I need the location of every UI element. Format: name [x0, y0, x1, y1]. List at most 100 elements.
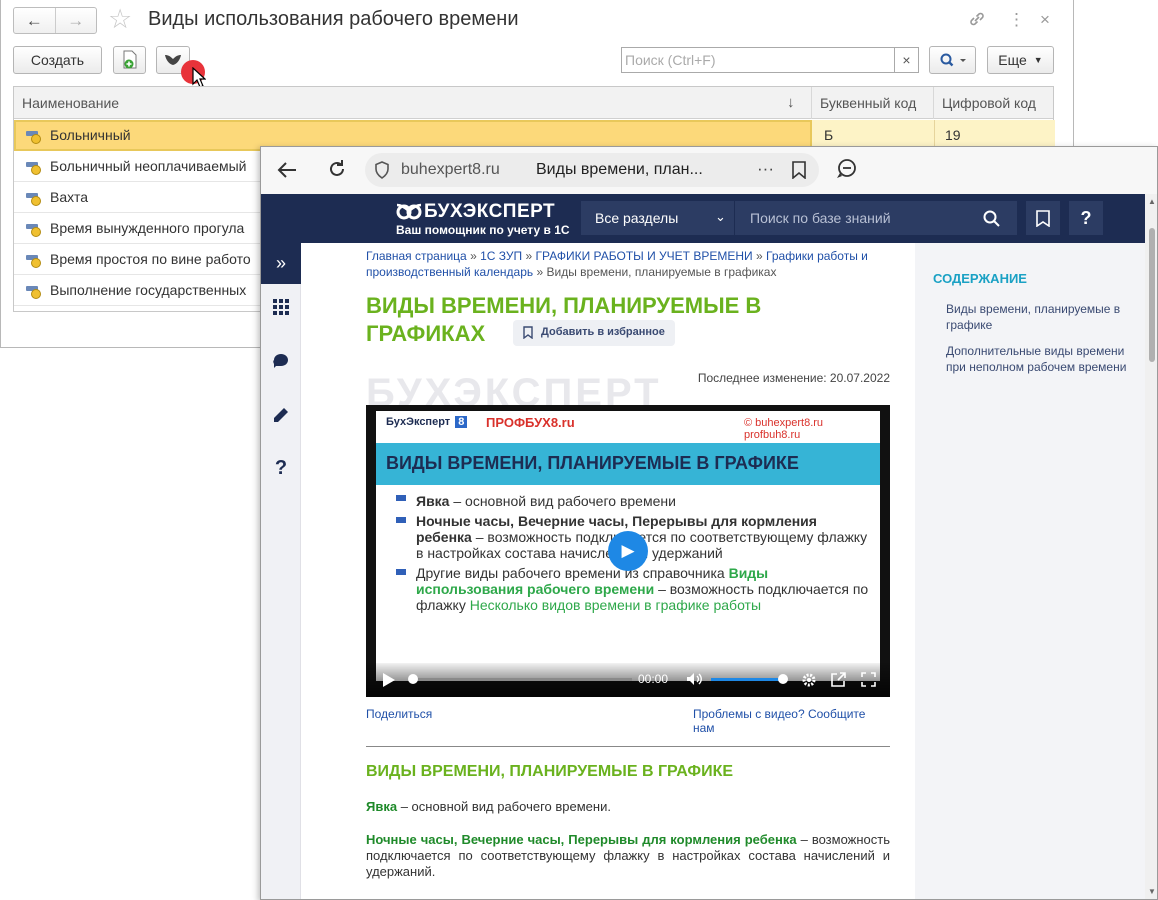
slide-title: ВИДЫ ВРЕМЕНИ, ПЛАНИРУЕМЫЕ В ГРАФИКЕ	[386, 453, 799, 473]
section-heading: ВИДЫ ВРЕМЕНИ, ПЛАНИРУЕМЫЕ В ГРАФИКЕ	[366, 763, 734, 780]
row-name: Больничный неоплачиваемый	[50, 158, 247, 174]
bookmark-icon[interactable]	[791, 161, 807, 179]
search-input[interactable]: Поиск (Ctrl+F)	[621, 47, 895, 73]
popout-icon[interactable]	[831, 672, 846, 687]
url-more-icon[interactable]: ···	[757, 159, 774, 179]
volume-handle[interactable]	[778, 674, 788, 684]
page-scrollbar[interactable]: ▲ ▼	[1145, 194, 1157, 899]
reload-icon[interactable]	[327, 159, 347, 179]
search-icon[interactable]	[983, 210, 1000, 227]
help-button[interactable]: ?	[1069, 201, 1103, 235]
browser-window: buhexpert8.ru Виды времени, план... ··· …	[260, 146, 1158, 900]
question-icon[interactable]: ?	[261, 457, 301, 480]
row-letter-code: Б	[824, 127, 834, 143]
chevron-down-icon: ▼	[1033, 55, 1043, 65]
progress-track[interactable]	[408, 678, 632, 681]
paragraph-1: Явка – основной вид рабочего времени.	[366, 799, 611, 814]
buhexpert-logo-icon	[396, 203, 422, 220]
breadcrumb-graphs[interactable]: ГРАФИКИ РАБОТЫ И УЧЕТ ВРЕМЕНИ	[536, 249, 753, 263]
video-brand-buhexpert: БухЭксперт 8	[386, 416, 468, 428]
right-sidebar: СОДЕРЖАНИЕ Виды времени, планируемые в г…	[915, 243, 1145, 899]
bookmark-icon	[1036, 209, 1050, 227]
forward-icon[interactable]: →	[54, 8, 97, 33]
settings-icon[interactable]	[801, 672, 817, 688]
back-icon[interactable]: ←	[14, 8, 55, 33]
pencil-icon[interactable]	[261, 407, 301, 428]
video-copyright: © buhexpert8.ru profbuh8.ru	[744, 417, 824, 441]
bullet-marker	[396, 517, 406, 523]
scrollbar-thumb[interactable]	[1149, 228, 1155, 362]
add-document-icon	[123, 50, 136, 69]
play-icon[interactable]	[382, 672, 396, 688]
toc-item[interactable]: Дополнительные виды времени при неполном…	[946, 343, 1136, 375]
add-favorite-button[interactable]: Добавить в избранное	[513, 320, 675, 346]
search-icon	[940, 53, 966, 67]
sort-desc-icon: ↓	[787, 94, 795, 111]
back-arrow-icon[interactable]	[277, 161, 297, 179]
work-time-type-icon	[26, 191, 41, 206]
bullet-marker	[396, 495, 406, 501]
breadcrumb-current: Виды времени, планируемые в графиках	[546, 265, 777, 279]
volume-icon[interactable]	[686, 672, 702, 686]
site-logo[interactable]: БУХЭКСПЕРТ	[424, 201, 555, 223]
sections-dropdown[interactable]: Все разделы ⌄	[581, 201, 734, 235]
breadcrumb-separator: »	[756, 249, 763, 263]
breadcrumb-home[interactable]: Главная страница	[366, 249, 467, 263]
chat-search-icon[interactable]	[835, 158, 857, 180]
row-name: Время простоя по вине работо	[50, 251, 251, 267]
more-actions-button[interactable]: Еще ▼	[987, 46, 1054, 74]
grid-icon[interactable]	[261, 299, 301, 320]
report-video-link[interactable]: Проблемы с видео? Сообщите нам	[693, 707, 890, 735]
breadcrumb-zup[interactable]: 1С ЗУП	[480, 249, 522, 263]
buhexpert-icon	[165, 55, 181, 65]
comment-icon[interactable]	[261, 353, 301, 374]
row-name: Больничный	[50, 127, 131, 143]
video-time: 00:00	[638, 672, 669, 686]
column-header-letter-code[interactable]: Буквенный код	[812, 87, 934, 119]
page-title-line1: ВИДЫ ВРЕМЕНИ, ПЛАНИРУЕМЫЕ В	[366, 293, 762, 318]
bookmark-icon	[523, 326, 533, 339]
copy-button[interactable]	[113, 46, 146, 74]
address-bar[interactable]: buhexpert8.ru Виды времени, план... ···	[365, 153, 819, 187]
create-button[interactable]: Создать	[13, 46, 102, 74]
volume-slider[interactable]	[711, 678, 783, 681]
slide-bullet-1: Явка – основной вид рабочего времени	[416, 493, 676, 509]
video-player[interactable]: БухЭксперт 8 ПРОФБУХ8.ru © buhexpert8.ru…	[366, 405, 890, 697]
fullscreen-icon[interactable]	[861, 672, 876, 687]
breadcrumb-separator: »	[525, 249, 533, 263]
sections-label: Все разделы	[595, 210, 679, 226]
link-icon[interactable]	[967, 9, 987, 34]
more-icon[interactable]: ⋮	[1008, 10, 1025, 30]
column-header-digit-code[interactable]: Цифровой код	[934, 87, 1055, 119]
bullet-marker	[396, 569, 406, 575]
scroll-down-icon[interactable]: ▼	[1148, 887, 1156, 896]
add-favorite-label: Добавить в избранное	[541, 326, 665, 338]
work-time-type-icon	[26, 284, 41, 299]
share-link[interactable]: Поделиться	[366, 707, 432, 721]
column-header-name[interactable]: Наименование ↓	[14, 87, 812, 119]
browser-toolbar: buhexpert8.ru Виды времени, план... ···	[261, 147, 1157, 194]
work-time-type-icon	[26, 222, 41, 237]
knowledge-search-input[interactable]: Поиск по базе знаний	[735, 201, 1017, 235]
row-digit-code: 19	[945, 127, 961, 143]
table-header: Наименование ↓ Буквенный код Цифровой ко…	[14, 87, 1053, 119]
row-name: Вахта	[50, 189, 89, 205]
work-time-type-icon	[26, 129, 41, 144]
scroll-up-icon[interactable]: ▲	[1148, 197, 1156, 206]
clear-search-button[interactable]: ×	[895, 47, 919, 73]
favorites-button[interactable]	[1026, 201, 1060, 235]
site-info-icon[interactable]	[373, 161, 391, 179]
history-nav: ← →	[13, 7, 97, 34]
star-icon[interactable]: ☆	[108, 6, 132, 33]
search-button[interactable]	[929, 46, 976, 74]
video-controls: 00:00	[366, 663, 890, 697]
progress-handle[interactable]	[408, 674, 418, 684]
expand-sidebar-icon[interactable]: »	[261, 243, 301, 284]
close-icon[interactable]: ×	[1040, 10, 1050, 30]
toc-heading: СОДЕРЖАНИЕ	[933, 271, 1027, 286]
toc-item[interactable]: Виды времени, планируемые в графике	[946, 301, 1136, 333]
play-overlay-icon[interactable]: ▶	[608, 531, 648, 571]
chevron-down-icon: ⌄	[715, 209, 726, 224]
window-title: Виды использования рабочего времени	[148, 8, 519, 30]
left-sidebar: » ?	[261, 243, 301, 899]
